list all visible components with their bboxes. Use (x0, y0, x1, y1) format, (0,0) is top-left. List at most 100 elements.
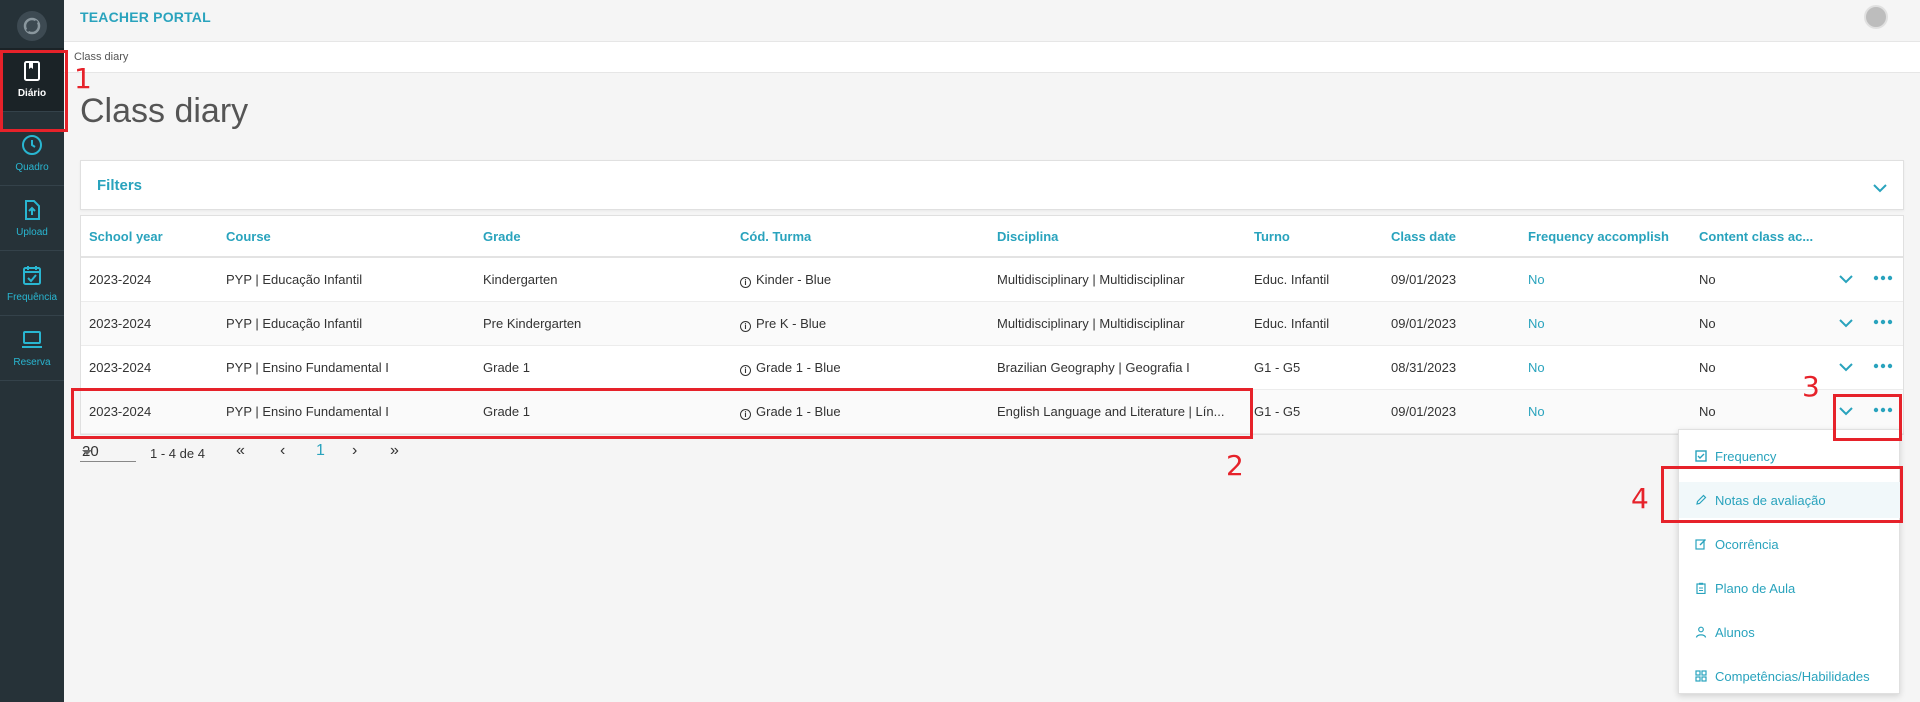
annotation-box-4 (1661, 466, 1903, 523)
sidebar-item-label: Frequência (6, 292, 58, 303)
cell-turno: Educ. Infantil (1254, 272, 1330, 287)
cell-cod-turma-text: Grade 1 - Blue (756, 360, 841, 375)
calendar-check-icon (23, 266, 41, 285)
more-options-icon[interactable] (1872, 270, 1894, 286)
chevron-down-icon[interactable] (1838, 315, 1854, 331)
cell-content: No (1699, 316, 1716, 331)
chevron-down-icon[interactable] (1871, 179, 1889, 197)
cell-cod-turma: i Pre K - Blue (740, 316, 826, 332)
laptop-icon (22, 331, 42, 348)
menu-item-ocorrencia[interactable]: Ocorrência (1679, 526, 1901, 562)
cell-turno: G1 - G5 (1254, 404, 1301, 419)
menu-item-alunos[interactable]: Alunos (1679, 614, 1901, 650)
upload-icon (25, 200, 40, 220)
info-icon[interactable]: i (740, 277, 751, 288)
current-page[interactable]: 1 (316, 442, 325, 460)
cell-content: No (1699, 404, 1716, 419)
column-header[interactable]: Course (226, 229, 271, 244)
annotation-number-4: 4 (1631, 482, 1649, 515)
chevron-down-icon[interactable] (1838, 359, 1854, 375)
breadcrumb: Class diary (64, 41, 1920, 73)
sidebar-item-label: Quadro (15, 162, 49, 173)
more-options-icon[interactable] (1872, 314, 1894, 330)
person-icon (1695, 626, 1707, 638)
cell-frequency[interactable]: No (1528, 272, 1545, 287)
cell-class-date: 09/01/2023 (1391, 316, 1457, 331)
filters-panel[interactable]: Filters (80, 160, 1904, 210)
clipboard-icon (1696, 582, 1706, 594)
info-icon[interactable]: i (740, 365, 751, 376)
edit-note-icon (1695, 539, 1706, 550)
menu-item-label: Frequency (1715, 448, 1777, 464)
menu-item-competencias-habilidades[interactable]: Competências/Habilidades (1679, 658, 1901, 694)
page-range: 1 - 4 de 4 (150, 446, 205, 461)
cell-disciplina: Multidisciplinary | Multidisciplinar (997, 316, 1185, 331)
app-title: TEACHER PORTAL (80, 9, 211, 25)
cell-cod-turma-text: Pre K - Blue (756, 316, 827, 331)
annotation-box-1 (0, 50, 68, 132)
cell-content: No (1699, 272, 1716, 287)
page-size-select[interactable]: 20 (80, 442, 136, 462)
menu-item-label: Alunos (1715, 624, 1755, 640)
annotation-box-3 (1833, 394, 1902, 441)
prev-page-button[interactable]: ‹ (280, 442, 285, 460)
cell-disciplina: Brazilian Geography | Geografia I (997, 360, 1190, 375)
menu-item-label: Plano de Aula (1715, 580, 1796, 596)
logo-icon (23, 17, 41, 35)
sidebar-item-upload[interactable]: Upload (0, 187, 64, 251)
next-page-button[interactable]: › (352, 442, 357, 460)
cell-turno: Educ. Infantil (1254, 316, 1330, 331)
cell-course: PYP | Educação Infantil (226, 316, 363, 331)
cell-cod-turma-text: Kinder - Blue (756, 272, 832, 287)
cell-class-date: 09/01/2023 (1391, 272, 1457, 287)
column-header[interactable]: Disciplina (997, 229, 1058, 244)
cell-content: No (1699, 360, 1716, 375)
chevron-down-icon[interactable] (1838, 271, 1854, 287)
clock-icon (22, 135, 42, 155)
menu-item-label: Competências/Habilidades (1715, 668, 1870, 684)
column-header[interactable]: Cód. Turma (740, 229, 811, 244)
app-logo[interactable] (17, 11, 47, 41)
avatar[interactable] (1864, 5, 1888, 29)
page-title: Class diary (80, 92, 249, 130)
cell-grade: Kindergarten (483, 272, 558, 287)
cell-grade: Pre Kindergarten (483, 316, 582, 331)
column-header[interactable]: Class date (1391, 229, 1456, 244)
menu-item-label: Ocorrência (1715, 536, 1779, 552)
caret-down-icon (82, 450, 92, 455)
filters-label: Filters (97, 177, 143, 194)
cell-frequency[interactable]: No (1528, 404, 1545, 419)
cell-frequency[interactable]: No (1528, 360, 1545, 375)
table-row[interactable]: 2023-2024 PYP | Educação Infantil Pre Ki… (81, 302, 1903, 346)
column-header[interactable]: Turno (1254, 229, 1290, 244)
cell-grade: Grade 1 (483, 360, 530, 375)
checkbox-icon (1695, 450, 1707, 462)
table-header: School year Course Grade Cód. Turma Disc… (81, 216, 1903, 258)
column-header[interactable]: Frequency accomplish (1528, 229, 1669, 244)
column-header[interactable]: Grade (483, 229, 521, 244)
sidebar-item-label: Upload (16, 227, 48, 238)
column-header[interactable]: Content class ac... (1699, 229, 1813, 244)
info-icon[interactable]: i (740, 321, 751, 332)
cell-frequency[interactable]: No (1528, 316, 1545, 331)
sidebar-item-reserva[interactable]: Reserva (0, 317, 64, 381)
annotation-number-1: 1 (74, 62, 92, 95)
column-header[interactable]: School year (89, 229, 163, 244)
sidebar-item-frequencia[interactable]: Frequência (0, 252, 64, 316)
cell-cod-turma: i Grade 1 - Blue (740, 360, 841, 376)
cell-school-year: 2023-2024 (89, 316, 152, 331)
menu-item-plano-de-aula[interactable]: Plano de Aula (1679, 570, 1901, 606)
cell-disciplina: Multidisciplinary | Multidisciplinar (997, 272, 1185, 287)
first-page-button[interactable]: « (236, 442, 245, 460)
cell-school-year: 2023-2024 (89, 360, 152, 375)
table-row[interactable]: 2023-2024 PYP | Educação Infantil Kinder… (81, 258, 1903, 302)
table-row[interactable]: 2023-2024 PYP | Ensino Fundamental I Gra… (81, 346, 1903, 390)
top-bar: TEACHER PORTAL (64, 0, 1920, 34)
annotation-number-2: 2 (1226, 449, 1244, 482)
annotation-number-3: 3 (1802, 370, 1820, 403)
pagination: 20 1 - 4 de 4 « ‹ 1 › » (80, 440, 480, 464)
cell-cod-turma: i Kinder - Blue (740, 272, 831, 288)
more-options-icon[interactable] (1872, 358, 1894, 374)
last-page-button[interactable]: » (390, 442, 399, 460)
sidebar-item-label: Reserva (13, 357, 51, 368)
